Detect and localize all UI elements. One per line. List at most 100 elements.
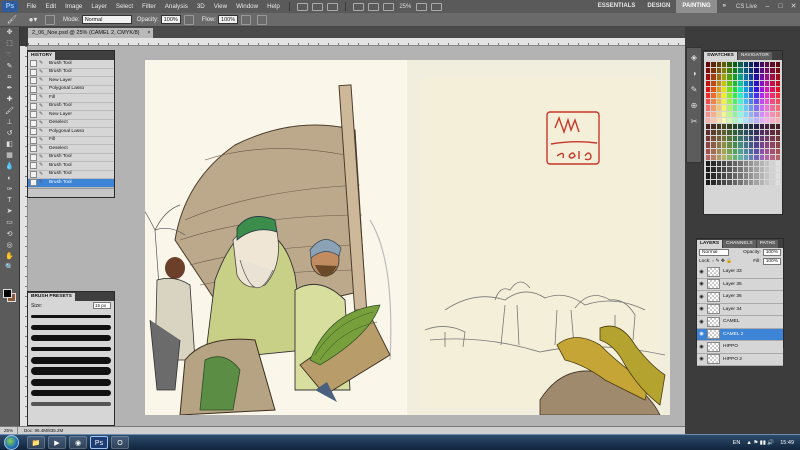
- swatch-cell[interactable]: [738, 117, 743, 123]
- swatch-cell[interactable]: [722, 148, 727, 154]
- swatch-cell[interactable]: [727, 99, 732, 105]
- swatch-cell[interactable]: [716, 117, 722, 123]
- swatch-cell[interactable]: [764, 161, 770, 167]
- photoshop-logo[interactable]: Ps: [2, 1, 18, 12]
- swatch-cell[interactable]: [748, 80, 754, 86]
- swatch-cell[interactable]: [716, 74, 722, 80]
- swatch-cell[interactable]: [727, 148, 732, 154]
- swatch-cell[interactable]: [743, 68, 748, 74]
- brush-tool-icon[interactable]: 🖌: [3, 107, 17, 117]
- swatch-cell[interactable]: [716, 92, 722, 99]
- swatch-cell[interactable]: [764, 68, 770, 74]
- visibility-eye-icon[interactable]: ◉: [697, 281, 706, 287]
- swatch-cell[interactable]: [764, 179, 770, 185]
- swatch-cell[interactable]: [775, 99, 780, 105]
- opacity-field[interactable]: 100%: [160, 15, 181, 24]
- swatch-cell[interactable]: [706, 105, 711, 111]
- tab-navigator[interactable]: NAVIGATOR: [737, 52, 772, 60]
- menu-file[interactable]: File: [22, 3, 41, 10]
- swatch-cell[interactable]: [732, 123, 738, 130]
- 3d-orbit-icon[interactable]: ◎: [3, 241, 17, 251]
- swatch-cell[interactable]: [722, 99, 727, 105]
- swatch-cell[interactable]: [706, 136, 711, 142]
- tab-layers[interactable]: LAYERS: [697, 240, 723, 248]
- pressure-size-icon[interactable]: [257, 14, 268, 25]
- layer-opacity-field[interactable]: 100%: [762, 249, 781, 256]
- document-tab[interactable]: 2_06_Noe.psd @ 25% (CAMEL 2, CMYK/8) ×: [28, 28, 154, 38]
- hand-tool-icon[interactable]: ✋: [3, 252, 17, 262]
- layer-row[interactable]: ◉ CAMEL 2: [697, 328, 783, 341]
- tab-swatches[interactable]: SWATCHES: [704, 52, 737, 60]
- swatch-cell[interactable]: [716, 105, 722, 111]
- history-source-checkbox[interactable]: [30, 94, 37, 102]
- layer-thumbnail[interactable]: [707, 279, 720, 290]
- swatch-cell[interactable]: [770, 142, 775, 148]
- swatch-cell[interactable]: [754, 117, 759, 123]
- swatch-cell[interactable]: [775, 86, 780, 92]
- swatch-cell[interactable]: [706, 111, 711, 117]
- dodge-tool-icon[interactable]: ◐: [3, 174, 17, 184]
- swatch-cell[interactable]: [716, 86, 722, 92]
- layer-row[interactable]: ◉ HIPPO 2: [697, 353, 783, 366]
- mode-select[interactable]: Normal: [81, 15, 132, 24]
- history-item[interactable]: ✎ Fill: [28, 136, 114, 145]
- history-source-checkbox[interactable]: [30, 128, 37, 136]
- swatch-cell[interactable]: [743, 92, 748, 99]
- menu-view[interactable]: View: [209, 3, 231, 10]
- swatch-cell[interactable]: [727, 117, 732, 123]
- swatch-cell[interactable]: [738, 92, 743, 99]
- eraser-tool-icon[interactable]: ◧: [3, 140, 17, 150]
- swatch-cell[interactable]: [770, 167, 775, 173]
- swatch-cell[interactable]: [764, 130, 770, 136]
- clone-stamp-icon[interactable]: ⊥: [3, 118, 17, 128]
- swatch-cell[interactable]: [722, 86, 727, 92]
- swatch-cell[interactable]: [748, 86, 754, 92]
- language-indicator[interactable]: EN: [733, 440, 741, 446]
- swatch-cell[interactable]: [711, 68, 716, 74]
- swatch-cell[interactable]: [770, 154, 775, 160]
- swatch-cell[interactable]: [716, 161, 722, 167]
- swatch-cell[interactable]: [759, 136, 764, 142]
- swatch-cell[interactable]: [770, 80, 775, 86]
- swatch-cell[interactable]: [738, 179, 743, 185]
- swatch-cell[interactable]: [732, 99, 738, 105]
- swatch-cell[interactable]: [732, 86, 738, 92]
- swatch-cell[interactable]: [706, 148, 711, 154]
- zoom-level[interactable]: 25%: [396, 4, 414, 10]
- swatch-cell[interactable]: [711, 136, 716, 142]
- swatch-cell[interactable]: [775, 136, 780, 142]
- swatch-cell[interactable]: [722, 142, 727, 148]
- swatch-cell[interactable]: [722, 173, 727, 179]
- swatch-cell[interactable]: [706, 86, 711, 92]
- swatch-cell[interactable]: [711, 117, 716, 123]
- swatch-cell[interactable]: [722, 136, 727, 142]
- swatch-cell[interactable]: [759, 74, 764, 80]
- swatch-cell[interactable]: [754, 111, 759, 117]
- move-tool-icon[interactable]: ✥: [3, 28, 17, 38]
- swatch-cell[interactable]: [716, 142, 722, 148]
- brush-size-field[interactable]: 15 px: [93, 302, 111, 309]
- swatch-cell[interactable]: [743, 130, 748, 136]
- swatch-cell[interactable]: [754, 62, 759, 68]
- swatch-cell[interactable]: [775, 68, 780, 74]
- swatch-cell[interactable]: [738, 105, 743, 111]
- workspace-essentials[interactable]: ESSENTIALS: [592, 0, 642, 13]
- brush-preset-picker[interactable]: ●▾: [24, 14, 42, 26]
- swatch-cell[interactable]: [738, 154, 743, 160]
- swatch-cell[interactable]: [727, 136, 732, 142]
- swatch-cell[interactable]: [732, 179, 738, 185]
- swatch-cell[interactable]: [770, 105, 775, 111]
- swatch-cell[interactable]: [754, 167, 759, 173]
- layer-thumbnail[interactable]: [707, 316, 720, 327]
- menu-edit[interactable]: Edit: [41, 3, 61, 10]
- pen-tool-icon[interactable]: ✑: [3, 185, 17, 195]
- swatch-cell[interactable]: [711, 86, 716, 92]
- swatch-cell[interactable]: [706, 99, 711, 105]
- swatch-cell[interactable]: [748, 92, 754, 99]
- swatch-cell[interactable]: [748, 136, 754, 142]
- swatch-cell[interactable]: [770, 161, 775, 167]
- swatch-cell[interactable]: [722, 68, 727, 74]
- swatch-cell[interactable]: [738, 123, 743, 130]
- swatch-cell[interactable]: [748, 123, 754, 130]
- swatch-cell[interactable]: [722, 74, 727, 80]
